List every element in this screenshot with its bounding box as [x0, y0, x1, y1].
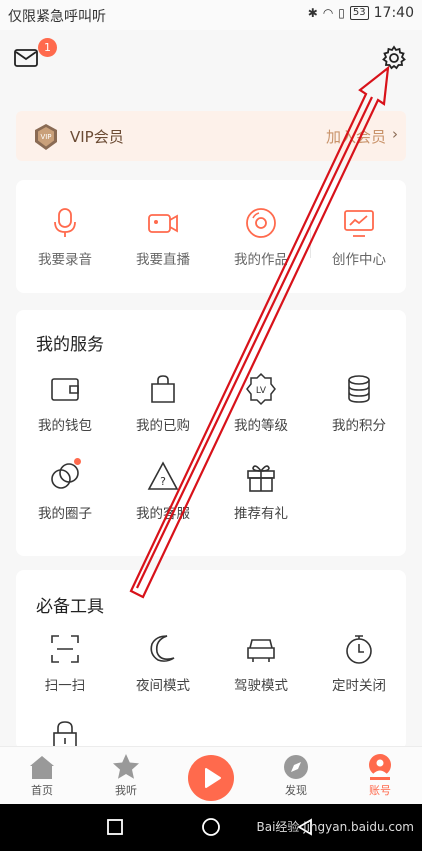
moon-icon	[150, 635, 175, 662]
record-label: 我要录音	[38, 252, 92, 268]
tab-account[interactable]: 账号	[338, 753, 422, 798]
account-page: 1 VIP VIP会员 加入会员 › 我要录音 我要直播 我的作品 创作中心 我…	[0, 30, 422, 750]
monitor-chart-icon	[344, 210, 374, 237]
disc-icon	[246, 208, 276, 238]
circles-icon	[51, 463, 79, 489]
microphone-icon	[54, 208, 76, 237]
referral-gift-button[interactable]: 推荐有礼	[212, 460, 310, 522]
purchased-button[interactable]: 我的已购	[114, 372, 212, 434]
vip-title: VIP会员	[70, 128, 124, 146]
tab-discover[interactable]: 发现	[254, 753, 338, 798]
video-camera-icon	[148, 214, 178, 233]
bluetooth-icon: ✱	[307, 6, 318, 20]
compass-icon	[284, 755, 308, 779]
vip-banner[interactable]: VIP VIP会员 加入会员 ›	[16, 111, 406, 161]
vip-badge-text: VIP	[40, 133, 51, 141]
carrier-suffix: 听	[92, 9, 106, 25]
status-bar: 仅限紧急呼叫听 ✱ ◠ ▯ 53 17:40	[0, 0, 422, 30]
star-icon	[113, 754, 139, 779]
services-card: 我的服务 我的钱包 我的已购 LV 我的等级 我的积分 我的圈子 ? 我的客服 …	[16, 310, 406, 556]
carrier-text: 仅限紧急呼叫听	[8, 6, 106, 26]
sleep-timer-label: 定时关闭	[332, 678, 386, 694]
coins-icon	[348, 375, 370, 403]
system-nav-bar: Bai经验 jingyan.baidu.com	[0, 804, 422, 851]
live-button[interactable]: 我要直播	[114, 206, 212, 268]
driving-mode-button[interactable]: 驾驶模式	[212, 632, 310, 694]
tab-listen[interactable]: 我听	[84, 753, 168, 798]
clock: 17:40	[373, 5, 414, 21]
level-icon-text: LV	[256, 386, 267, 396]
carrier-label: 仅限紧急呼叫	[8, 9, 92, 25]
points-label: 我的积分	[332, 418, 386, 434]
night-mode-label: 夜间模式	[136, 678, 190, 694]
play-button[interactable]	[188, 755, 234, 801]
join-vip-link[interactable]: 加入会员	[326, 126, 386, 147]
tab-discover-label: 发现	[285, 784, 307, 797]
battery-indicator: 53	[349, 6, 369, 20]
mail-icon[interactable]	[14, 48, 38, 68]
status-indicators: ✱ ◠ ▯ 53 17:40	[308, 5, 414, 21]
notification-dot	[74, 458, 81, 465]
bottom-tab-bar: 首页 我听 发现 账号	[0, 746, 422, 804]
help-triangle-icon: ?	[147, 461, 179, 490]
account-icon	[369, 754, 391, 780]
home-icon	[30, 756, 54, 779]
referral-gift-label: 推荐有礼	[234, 506, 288, 522]
quick-actions-card: 我要录音 我要直播 我的作品 创作中心	[16, 180, 406, 293]
works-label: 我的作品	[234, 252, 288, 268]
gear-icon[interactable]	[380, 44, 408, 72]
points-button[interactable]: 我的积分	[310, 372, 408, 434]
recent-apps-icon[interactable]	[106, 818, 124, 836]
level-badge-icon: LV	[246, 372, 276, 406]
wifi-icon: ◠	[322, 6, 334, 20]
creator-center-button[interactable]: 创作中心	[310, 206, 408, 268]
watermark: Bai经验 jingyan.baidu.com	[256, 820, 414, 834]
tools-card: 必备工具 扫一扫 夜间模式 驾驶模式 定时关闭	[16, 570, 406, 750]
mail-badge: 1	[38, 38, 57, 57]
timer-icon	[346, 635, 372, 664]
level-button[interactable]: LV 我的等级	[212, 372, 310, 434]
play-icon	[205, 768, 221, 788]
purchased-label: 我的已购	[136, 418, 190, 434]
sim-icon: ▯	[338, 6, 345, 20]
services-title: 我的服务	[36, 335, 104, 355]
home-button-icon[interactable]	[201, 818, 221, 838]
help-icon-text: ?	[160, 475, 166, 488]
car-icon	[247, 639, 275, 662]
chevron-right-icon: ›	[392, 125, 398, 143]
wallet-button[interactable]: 我的钱包	[16, 372, 114, 434]
scan-icon	[51, 635, 79, 663]
live-label: 我要直播	[136, 252, 190, 268]
circle-button[interactable]: 我的圈子	[16, 458, 114, 522]
record-button[interactable]: 我要录音	[16, 206, 114, 268]
circle-label: 我的圈子	[38, 506, 92, 522]
customer-service-button[interactable]: ? 我的客服	[114, 460, 212, 522]
shopping-bag-icon	[151, 375, 175, 403]
night-mode-button[interactable]: 夜间模式	[114, 632, 212, 694]
tab-account-label: 账号	[369, 784, 391, 797]
tab-home[interactable]: 首页	[0, 753, 84, 798]
scan-label: 扫一扫	[44, 678, 86, 694]
driving-mode-label: 驾驶模式	[234, 678, 288, 694]
scan-button[interactable]: 扫一扫	[16, 632, 114, 694]
works-button[interactable]: 我的作品	[212, 206, 310, 268]
level-label: 我的等级	[234, 418, 288, 434]
creator-center-label: 创作中心	[332, 252, 386, 268]
sleep-timer-button[interactable]: 定时关闭	[310, 632, 406, 694]
vip-badge-icon: VIP	[35, 124, 57, 150]
wallet-icon	[51, 378, 79, 401]
tab-listen-label: 我听	[115, 784, 137, 797]
tab-home-label: 首页	[31, 784, 53, 797]
tools-title: 必备工具	[36, 597, 104, 617]
customer-service-label: 我的客服	[136, 506, 190, 522]
wallet-label: 我的钱包	[38, 418, 92, 434]
gift-icon	[247, 465, 275, 492]
